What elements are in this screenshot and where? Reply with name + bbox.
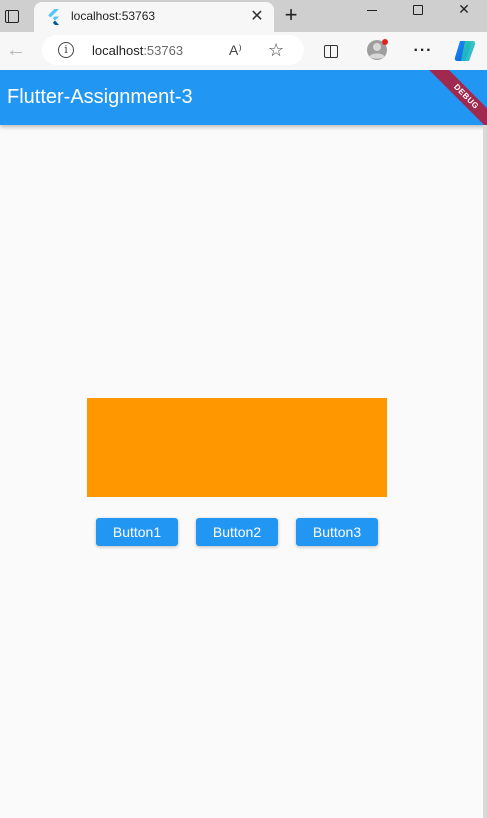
browser-titlebar: localhost:53763 ✕ + ✕ (0, 0, 487, 32)
site-info-icon[interactable]: i (58, 42, 74, 58)
browser-tab-active[interactable]: localhost:53763 ✕ (34, 2, 274, 32)
button-2[interactable]: Button2 (196, 518, 278, 546)
minimize-icon (367, 9, 377, 11)
flutter-app: Flutter-Assignment-3 DEBUG Button1 Butto… (0, 70, 487, 818)
favorite-star-icon[interactable]: ☆ (268, 40, 284, 61)
profile-avatar-icon[interactable] (365, 38, 389, 62)
split-screen-icon[interactable] (320, 40, 342, 62)
flutter-logo-icon (48, 9, 59, 25)
window-edge (483, 125, 487, 818)
button-3[interactable]: Button3 (296, 518, 378, 546)
button-1[interactable]: Button1 (96, 518, 178, 546)
url-port: :53763 (143, 43, 184, 58)
more-options-icon[interactable]: ··· (412, 40, 434, 62)
copilot-icon[interactable] (452, 38, 478, 64)
address-bar[interactable]: i localhost:53763 A⁾ ☆ (42, 35, 304, 65)
close-icon: ✕ (458, 0, 470, 17)
read-aloud-icon[interactable]: A⁾ (229, 42, 242, 59)
button-row: Button1 Button2 Button3 (0, 518, 487, 546)
app-bar: Flutter-Assignment-3 (0, 70, 487, 125)
tab-close-icon[interactable]: ✕ (249, 8, 265, 26)
window-maximize-button[interactable] (395, 0, 441, 28)
app-bar-title: Flutter-Assignment-3 (7, 86, 193, 108)
new-tab-button[interactable]: + (280, 4, 302, 28)
url-text[interactable]: localhost:53763 (92, 43, 183, 58)
url-host: localhost (92, 43, 144, 58)
window-minimize-button[interactable] (349, 0, 395, 28)
orange-container (87, 398, 387, 497)
back-button[interactable]: ← (4, 37, 28, 63)
window-close-button[interactable]: ✕ (441, 0, 487, 28)
browser-toolbar: ← i localhost:53763 A⁾ ☆ ··· (0, 32, 487, 70)
tab-title: localhost:53763 (71, 9, 156, 23)
maximize-icon (413, 5, 423, 15)
tab-actions-icon[interactable] (0, 0, 24, 32)
